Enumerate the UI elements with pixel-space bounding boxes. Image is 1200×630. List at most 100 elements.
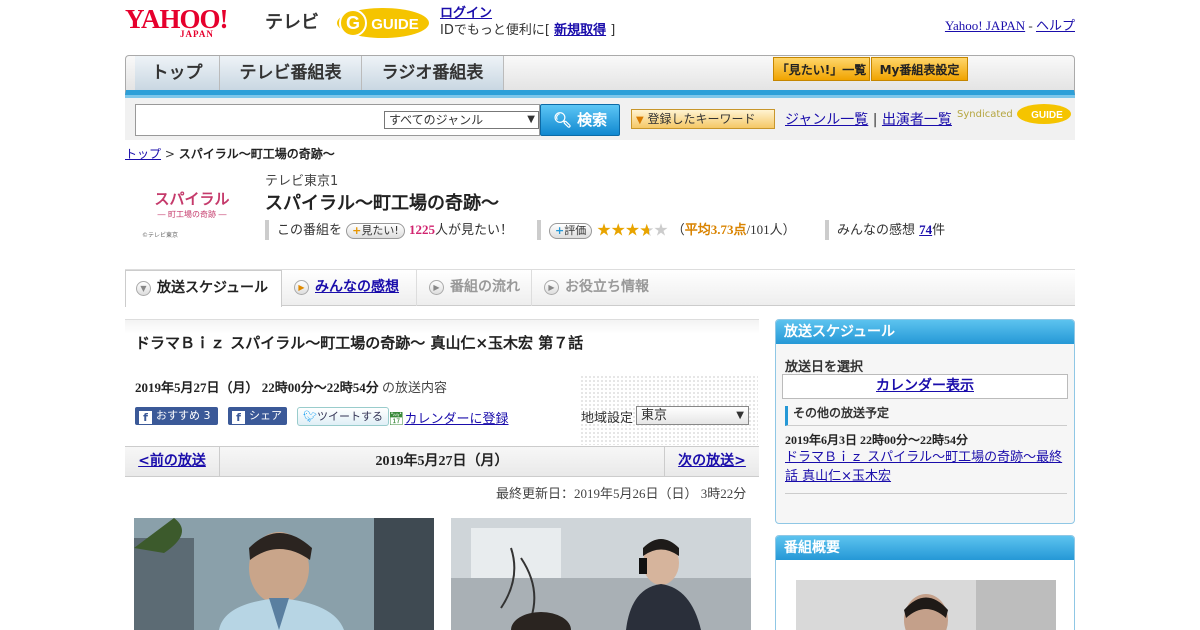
content-tabs: ▼ 放送スケジュール ▶ みんなの感想 ▶ 番組の流れ ▶ お役立ち情報 <box>125 269 1075 307</box>
mitai-button-label: 見たい! <box>361 223 399 237</box>
thumbnail-subtitle: ― 町工場の奇跡 ― <box>157 210 227 219</box>
register-link[interactable]: 新規取得 <box>554 23 606 38</box>
mitai-suffix: 人が見たい！ <box>434 223 513 238</box>
tab-useful-info[interactable]: ▶ お役立ち情報 <box>532 270 662 306</box>
facebook-share-button[interactable]: f シェア <box>228 407 287 425</box>
tab-reviews[interactable]: ▶ みんなの感想 <box>282 270 417 306</box>
search-button-label: 検索 <box>577 111 608 129</box>
genre-select[interactable]: すべてのジャンル ▼ <box>384 111 539 129</box>
calendar-display-link[interactable]: カレンダー表示 <box>876 378 974 394</box>
header-separator: - <box>1028 18 1033 33</box>
dropdown-arrow-icon: ▼ <box>527 114 535 125</box>
site-header: YAHOO! JAPAN テレビ G GUIDE ログイン IDでもっと便利に[… <box>125 4 1075 48</box>
other-broadcasts-heading: その他の放送予定 <box>785 406 1067 426</box>
facebook-recommend-button[interactable]: f おすすめ 3 <box>135 407 218 425</box>
other-broadcast-item: ドラマＢｉｚ スパイラル～町工場の奇跡～最終話 真山仁×玉木宏 <box>785 448 1067 486</box>
calendar-display-button[interactable]: カレンダー表示 <box>782 374 1068 399</box>
episode-title: ドラマＢｉｚ スパイラル～町工場の奇跡～ 真山仁×玉木宏 第７話 <box>135 334 584 352</box>
nav-tab-tv-schedule[interactable]: テレビ番組表 <box>220 56 362 90</box>
breadcrumb: トップ > スパイラル～町工場の奇跡～ <box>125 145 335 162</box>
schedule-sidebar: 放送スケジュール 放送日を選択 カレンダー表示 その他の放送予定 2019年6月… <box>775 319 1075 524</box>
recommend-label: おすすめ 3 <box>156 409 211 422</box>
other-broadcast-time: 2019年6月3日 22時00分～22時54分 <box>785 433 969 447</box>
registered-keyword-button[interactable]: ▼ 登録したキーワード <box>631 109 775 129</box>
yahoo-japan-link[interactable]: Yahoo! JAPAN <box>945 18 1025 33</box>
region-label: 地域設定 <box>581 411 634 426</box>
main-nav: トップ テレビ番組表 ラジオ番組表 「見たい!」一覧 My番組表設定 <box>125 55 1075 95</box>
gguide-small-logo: GUIDE <box>1016 104 1071 124</box>
help-link[interactable]: ヘルプ <box>1036 18 1075 33</box>
syndicated-label: Syndicated <box>957 109 1013 120</box>
calendar-add-icon: 📅︎ <box>388 412 405 427</box>
rate-button[interactable]: +評価 <box>549 222 593 239</box>
mitai-list-button[interactable]: 「見たい!」一覧 <box>773 57 870 81</box>
breadcrumb-home[interactable]: トップ <box>125 147 161 161</box>
episode-photo <box>134 518 434 630</box>
cast-list-link[interactable]: 出演者一覧 <box>882 112 952 128</box>
star-half-icon: ★ <box>639 220 654 241</box>
tab-broadcast-schedule[interactable]: ▼ 放送スケジュール <box>125 270 282 307</box>
gguide-logo[interactable]: G GUIDE <box>335 6 431 40</box>
dropdown-arrow-icon: ▼ <box>636 115 644 126</box>
genre-select-value: すべてのジャンル <box>389 113 484 127</box>
login-link[interactable]: ログイン <box>440 6 492 21</box>
my-schedule-button[interactable]: My番組表設定 <box>871 57 968 81</box>
mitai-prefix: この番組を <box>277 223 343 238</box>
tab-label: お役立ち情報 <box>565 279 649 295</box>
twitter-icon: 🐦︎ <box>303 410 317 423</box>
broadcast-panel: ドラマＢｉｚ スパイラル～町工場の奇跡～ 真山仁×玉木宏 第７話 2019年5月… <box>125 319 759 447</box>
breadcrumb-current: スパイラル～町工場の奇跡～ <box>178 147 335 161</box>
next-broadcast-link[interactable]: 次の放送> <box>678 453 746 469</box>
search-button[interactable]: 🔍︎ 検索 <box>540 104 620 136</box>
overview-sidebar-title: 番組概要 <box>776 536 1074 560</box>
rating-stat: +評価 ★★★★★ （平均3.73点/101人） <box>537 220 796 241</box>
gguide-logo-text: GUIDE <box>371 16 419 33</box>
plus-icon: + <box>555 223 565 237</box>
registered-keyword-label: 登録したキーワード <box>647 112 756 126</box>
thumbnail-copyright: ©テレビ東京 <box>142 232 179 239</box>
other-broadcast-link[interactable]: ドラマＢｉｚ スパイラル～町工場の奇跡～最終話 真山仁×玉木宏 <box>785 450 1062 484</box>
facebook-icon: f <box>139 411 152 424</box>
rating-count: /101人） <box>746 222 796 237</box>
rating-average: 平均3.73点 <box>684 222 747 237</box>
reviews-stat: みんなの感想 74件 <box>825 220 945 240</box>
link-divider: | <box>872 112 878 128</box>
tweet-label: ツイートする <box>316 410 383 423</box>
star-empty-icon: ★ <box>653 220 668 241</box>
tab-program-flow[interactable]: ▶ 番組の流れ <box>417 270 532 306</box>
gguide-small-logo-text: GUIDE <box>1031 110 1063 121</box>
channel-name: テレビ東京1 <box>265 174 339 189</box>
plus-icon: + <box>352 223 362 237</box>
calendar-register-link[interactable]: カレンダーに登録 <box>405 412 509 427</box>
login-box: ログイン IDでもっと便利に[ 新規取得 ] <box>440 5 615 39</box>
episode-time: 2019年5月27日（月） 22時00分～22時54分 の放送内容 <box>135 377 447 396</box>
reviews-label: みんなの感想 <box>837 223 916 238</box>
reviews-count-link[interactable]: 74 <box>919 222 932 237</box>
tweet-button[interactable]: 🐦︎ツイートする <box>297 407 389 426</box>
chevron-right-icon: ▶ <box>429 279 444 295</box>
star-rating: ★★★★★ <box>596 220 668 241</box>
star-icon: ★ <box>610 220 626 241</box>
region-select-value: 東京 <box>641 408 668 423</box>
episode-time-value: 2019年5月27日（月） 22時00分～22時54分 <box>135 380 379 395</box>
reviews-suffix: 件 <box>932 223 946 238</box>
program-stats-row: この番組を +見たい! 1225人が見たい！ +評価 ★★★★★ （平均3.73… <box>265 220 1075 241</box>
region-select[interactable]: 東京 ▼ <box>636 406 749 425</box>
overview-photo <box>796 580 1056 630</box>
search-icon: 🔍︎ <box>552 111 572 129</box>
nav-tab-radio-schedule[interactable]: ラジオ番組表 <box>362 56 504 90</box>
prev-broadcast-link[interactable]: <前の放送 <box>138 453 206 469</box>
nav-tab-top[interactable]: トップ <box>135 56 220 90</box>
genre-list-link[interactable]: ジャンル一覧 <box>785 112 868 128</box>
header-links: Yahoo! JAPAN - ヘルプ <box>945 15 1075 34</box>
program-title: スパイラル～町工場の奇跡～ <box>265 193 499 214</box>
mitai-button[interactable]: +見たい! <box>346 222 405 239</box>
login-suffix: ] <box>610 23 616 38</box>
login-prompt: IDでもっと便利に[ <box>440 23 550 38</box>
calendar-register[interactable]: 📅︎カレンダーに登録 <box>388 408 509 427</box>
episode-photo-image <box>451 518 751 630</box>
breadcrumb-separator: > <box>164 147 175 161</box>
rate-button-label: 評価 <box>564 223 587 237</box>
overview-photo-image <box>796 580 1056 630</box>
dropdown-arrow-icon: ▼ <box>736 410 744 421</box>
